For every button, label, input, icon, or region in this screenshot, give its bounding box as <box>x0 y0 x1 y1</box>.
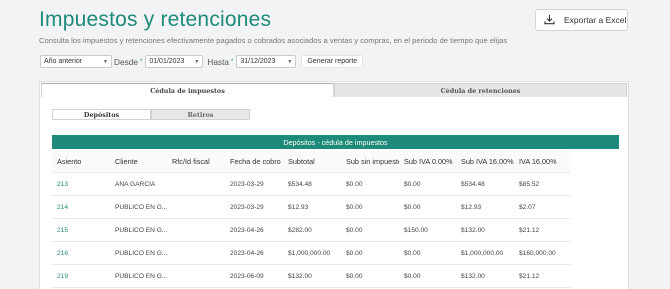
cliente-cell: PÚBLICO EN G... <box>115 272 167 280</box>
asiento-link[interactable]: 214 <box>52 204 110 211</box>
filter-bar: Año anterior ▼ Desde * 01/01/2023 ▼ Hast… <box>40 55 364 68</box>
cliente-cell: PÚBLICO EN G... <box>115 249 167 257</box>
table-title-bar: Depósitos - cédula de impuestos <box>52 135 619 149</box>
cliente-cell: ANA GARCÍA <box>115 180 156 188</box>
sub-sin-impuesto-cell: $0.00 <box>346 203 363 211</box>
column-header-asiento[interactable]: Asiento <box>52 157 110 166</box>
sub-iva-16-cell: $12.93 <box>461 203 482 211</box>
period-select-value: Año anterior <box>44 58 83 65</box>
fecha-cell: 2023-06-09 <box>230 272 264 280</box>
sub-iva-0-cell: $0.00 <box>404 272 421 280</box>
sub-sin-impuesto-cell: $0.00 <box>346 249 363 257</box>
download-icon <box>544 14 555 27</box>
depositos-table: Asiento Cliente Rfc/Id fiscal Fecha de c… <box>52 151 571 288</box>
chevron-down-icon: ▼ <box>287 58 293 65</box>
subtab-depositos[interactable]: Depósitos <box>52 109 151 120</box>
column-header-sub-iva-0[interactable]: Sub IVA 0.00% <box>399 157 456 166</box>
table-header: Asiento Cliente Rfc/Id fiscal Fecha de c… <box>52 151 571 173</box>
tab-cedula-impuestos[interactable]: Cédula de impuestos <box>41 83 334 97</box>
iva-16-cell: $85.52 <box>519 180 540 188</box>
subtotal-cell: $534.48 <box>288 180 312 188</box>
sub-iva-0-cell: $0.00 <box>404 203 421 211</box>
page-title: Impuestos y retenciones <box>39 8 272 31</box>
column-header-cliente[interactable]: Cliente <box>110 157 167 166</box>
iva-16-cell: $21.12 <box>519 226 540 234</box>
table-row: 214 PÚBLICO EN G... 2023-03-29 $12.93 $0… <box>52 196 571 219</box>
export-excel-button[interactable]: Exportar a Excel <box>535 9 628 31</box>
desde-date-select[interactable]: 01/01/2023 ▼ <box>145 55 204 68</box>
asiento-link[interactable]: 215 <box>52 227 110 234</box>
hasta-date-select[interactable]: 31/12/2023 ▼ <box>236 55 297 68</box>
asiento-link[interactable]: 219 <box>52 273 110 280</box>
tab-cedula-retenciones[interactable]: Cédula de retenciones <box>334 83 627 97</box>
subtotal-cell: $132.00 <box>288 272 312 280</box>
column-header-iva-16[interactable]: IVA 16.00% <box>514 157 571 166</box>
sub-iva-16-cell: $534.48 <box>461 180 485 188</box>
subtab-retiros[interactable]: Retiros <box>151 109 250 120</box>
iva-16-cell: $2.07 <box>519 203 536 211</box>
sub-iva-16-cell: $132.00 <box>461 226 485 234</box>
sub-iva-0-cell: $0.00 <box>404 180 421 188</box>
fecha-cell: 2023-04-26 <box>230 226 264 234</box>
iva-16-cell: $21.12 <box>519 272 540 280</box>
iva-16-cell: $160,000.00 <box>519 249 556 257</box>
asiento-link[interactable]: 216 <box>52 250 110 257</box>
movement-subtabs: Depósitos Retiros <box>52 109 250 120</box>
sub-iva-0-cell: $0.00 <box>404 249 421 257</box>
table-row: 215 PÚBLICO EN G... 2023-04-26 $282.00 $… <box>52 219 571 242</box>
hasta-label: Hasta <box>207 56 230 67</box>
subtotal-cell: $12.93 <box>288 203 309 211</box>
desde-required-mark: * <box>139 58 143 65</box>
cliente-cell: PÚBLICO EN G... <box>115 226 167 234</box>
sub-sin-impuesto-cell: $0.00 <box>346 180 363 188</box>
column-header-fecha-cobro[interactable]: Fecha de cobro <box>225 157 283 166</box>
fecha-cell: 2023-04-26 <box>230 249 264 257</box>
table-row: 213 ANA GARCÍA 2023-03-29 $534.48 $0.00 … <box>52 173 571 196</box>
asiento-link[interactable]: 213 <box>52 181 110 188</box>
sub-iva-0-cell: $150.00 <box>404 226 428 234</box>
desde-label: Desde <box>114 56 138 67</box>
subtotal-cell: $282.00 <box>288 226 312 234</box>
table-row: 216 PÚBLICO EN G... 2023-04-26 $1,000,00… <box>52 242 571 265</box>
page-subtitle: Consulta los impuestos y retenciones efe… <box>39 36 508 45</box>
column-header-rfc[interactable]: Rfc/Id fiscal <box>167 157 225 166</box>
generate-report-button[interactable]: Generar reporte <box>301 55 364 68</box>
sub-iva-16-cell: $132.00 <box>461 272 485 280</box>
report-panel: Cédula de impuestos Cédula de retencione… <box>39 81 629 289</box>
cedula-tabs: Cédula de impuestos Cédula de retencione… <box>41 83 627 97</box>
sub-iva-16-cell: $1,000,000.00 <box>461 249 504 257</box>
cliente-cell: PÚBLICO EN G... <box>115 203 167 211</box>
column-header-sub-iva-16[interactable]: Sub IVA 16.00% <box>456 157 514 166</box>
column-header-sub-sin-impuesto[interactable]: Sub sin impuesto <box>341 157 399 166</box>
hasta-date-value: 31/12/2023 <box>240 58 276 65</box>
chevron-down-icon: ▼ <box>194 58 200 65</box>
export-excel-label: Exportar a Excel <box>564 15 627 25</box>
period-select[interactable]: Año anterior ▼ <box>40 55 112 68</box>
sub-sin-impuesto-cell: $0.00 <box>346 226 363 234</box>
sub-sin-impuesto-cell: $0.00 <box>346 272 363 280</box>
fecha-cell: 2023-03-29 <box>230 203 264 211</box>
desde-date-value: 01/01/2023 <box>149 58 185 65</box>
fecha-cell: 2023-03-29 <box>230 180 264 188</box>
table-row: 219 PÚBLICO EN G... 2023-06-09 $132.00 $… <box>52 265 571 288</box>
subtotal-cell: $1,000,000.00 <box>288 249 331 257</box>
hasta-required-mark: * <box>231 58 234 65</box>
column-header-subtotal[interactable]: Subtotal <box>283 157 341 166</box>
chevron-down-icon: ▼ <box>103 58 108 65</box>
